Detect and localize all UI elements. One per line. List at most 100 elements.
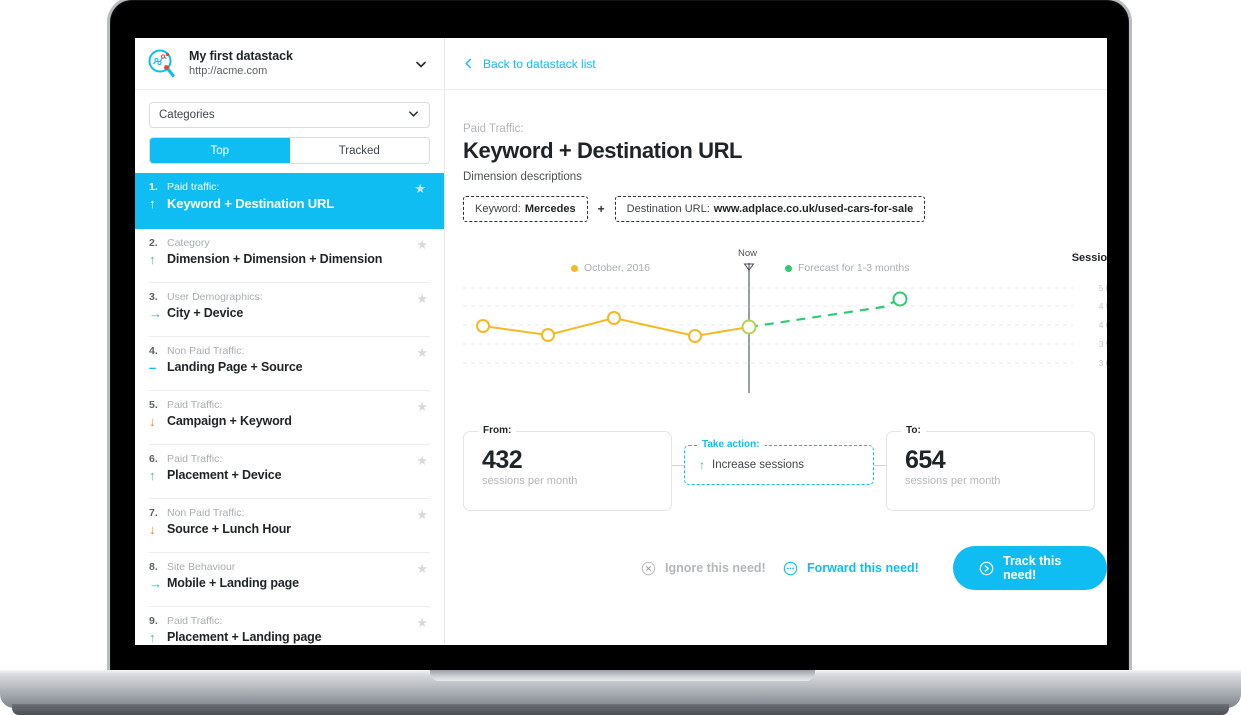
sidebar: My first datastack http://acme.com Categ…: [135, 38, 456, 645]
chart-y-tick: 4 500: [1098, 301, 1107, 311]
from-unit: sessions per month: [482, 475, 578, 487]
list-item-kicker: Category: [167, 237, 210, 249]
list-mode-tabs: Top Tracked: [149, 137, 430, 164]
screenshot-stage: My first datastack http://acme.com Categ…: [0, 0, 1241, 715]
trend-arrow-icon: ↑: [149, 630, 156, 645]
forecast-chart: October, 2016 Forecast for 1-3 months No…: [463, 248, 1107, 403]
action-up-arrow-icon: ↑: [699, 458, 705, 472]
to-unit: sessions per month: [905, 475, 1001, 487]
trend-arrow-icon: ↓: [149, 414, 156, 429]
main-topbar: Back to datastack list: [445, 38, 1107, 90]
from-box: From: 432 sessions per month: [463, 425, 672, 511]
list-item[interactable]: 7. ↓ Non Paid Traffic: Source + Lunch Ho…: [149, 499, 430, 553]
ignore-need-label: Ignore this need!: [665, 561, 766, 575]
star-icon[interactable]: ★: [416, 615, 428, 631]
trend-arrow-icon: ↑: [149, 468, 156, 483]
list-item[interactable]: 9. ↑ Paid Traffic: Placement + Landing p…: [149, 607, 430, 645]
categories-select[interactable]: Categories: [149, 102, 430, 128]
list-item[interactable]: 2. ↑ Category Dimension + Dimension + Di…: [149, 229, 430, 283]
track-need-label: Track this need!: [1003, 554, 1062, 582]
trend-arrow-icon: →: [149, 576, 162, 591]
trend-arrow-icon: ↑: [149, 252, 156, 267]
series-points-october: [476, 311, 702, 343]
star-icon[interactable]: ★: [416, 399, 428, 415]
back-to-datastack-list-link[interactable]: Back to datastack list: [483, 57, 596, 71]
trend-arrow-icon: ↓: [149, 522, 156, 537]
value-boxes: From: 432 sessions per month Take action…: [463, 421, 1107, 519]
connector-left: [672, 465, 684, 466]
datastack-chevron-down-icon[interactable]: [412, 55, 430, 73]
star-icon[interactable]: ★: [414, 181, 426, 197]
list-item[interactable]: 3. → User Demographics: City + Device ★: [149, 283, 430, 337]
star-icon[interactable]: ★: [416, 237, 428, 253]
datastack-name: My first datastack: [189, 48, 293, 63]
laptop-base-lip: [430, 670, 815, 681]
laptop-foot: [12, 704, 1229, 715]
datastack-header[interactable]: My first datastack http://acme.com: [135, 38, 444, 90]
star-icon[interactable]: ★: [416, 561, 428, 577]
list-item-index: 6.: [149, 453, 158, 465]
main-panel: Back to datastack list Paid Traffic: Key…: [445, 38, 1107, 645]
list-item-kicker: Paid Traffic:: [167, 453, 223, 465]
forward-need-label: Forward this need!: [807, 561, 919, 575]
chevron-left-icon: [463, 57, 474, 71]
track-need-button[interactable]: Track this need!: [953, 546, 1107, 590]
star-icon[interactable]: ★: [416, 507, 428, 523]
list-item-title: Mobile + Landing page: [167, 576, 299, 590]
star-icon[interactable]: ★: [416, 345, 428, 361]
from-value: 432: [482, 446, 523, 474]
list-item-index: 9.: [149, 615, 158, 627]
list-item-index: 2.: [149, 237, 158, 249]
list-item-kicker: User Demographics:: [167, 291, 263, 303]
datastack-url: http://acme.com: [189, 64, 268, 77]
tab-tracked[interactable]: Tracked: [289, 138, 429, 163]
trend-arrow-icon: →: [149, 306, 162, 321]
tab-top[interactable]: Top: [150, 138, 290, 163]
list-item-index: 8.: [149, 561, 158, 573]
chart-canvas: [463, 263, 1073, 393]
series-point-forecast-end: [892, 291, 908, 307]
take-action-box[interactable]: Take action: ↑ Increase sessions: [684, 439, 874, 485]
dimension-chip-keyword[interactable]: Keyword: Mercedes: [463, 196, 588, 222]
action-footer: Ignore this need! Forward this need! Tra…: [463, 545, 1107, 591]
dimension-chip-value: www.adplace.co.uk/used-cars-for-sale: [713, 203, 914, 215]
categories-select-value: Categories: [159, 109, 215, 121]
main-content: Paid Traffic: Keyword + Destination URL …: [445, 90, 1107, 591]
page-title: Keyword + Destination URL: [463, 138, 743, 163]
dimension-chip-destination-url[interactable]: Destination URL: www.adplace.co.uk/used-…: [614, 196, 926, 222]
list-item-index: 4.: [149, 345, 158, 357]
list-item[interactable]: 5. ↓ Paid Traffic: Campaign + Keyword ★: [149, 391, 430, 445]
list-item[interactable]: 6. ↑ Paid Traffic: Placement + Device ★: [149, 445, 430, 499]
to-label: To:: [901, 425, 926, 436]
trend-arrow-icon: ↑: [149, 196, 156, 211]
take-action-label: Take action:: [697, 439, 765, 450]
list-item-title: Campaign + Keyword: [167, 414, 292, 428]
star-icon[interactable]: ★: [416, 291, 428, 307]
chart-gridlines: [463, 287, 1073, 364]
categories-chevron-down-icon: [407, 107, 420, 123]
list-item-kicker: Paid traffic:: [167, 181, 220, 193]
chart-y-axis-title: Sessions: [1071, 252, 1107, 264]
ignore-need-button[interactable]: Ignore this need!: [641, 545, 766, 591]
list-item[interactable]: 8. → Site Behaviour Mobile + Landing pag…: [149, 553, 430, 607]
page-kicker: Paid Traffic:: [463, 123, 524, 135]
needs-list: 1. ↑ Paid traffic: Keyword + Destination…: [135, 173, 444, 645]
star-icon[interactable]: ★: [416, 453, 428, 469]
series-line-forecast: [748, 298, 901, 329]
list-item-title: Keyword + Destination URL: [167, 196, 335, 211]
list-item-kicker: Paid Traffic:: [167, 399, 223, 411]
datastack-meta: My first datastack http://acme.com: [189, 49, 402, 79]
list-item[interactable]: 1. ↑ Paid traffic: Keyword + Destination…: [135, 173, 444, 229]
list-item-title: Landing Page + Source: [167, 360, 303, 374]
dimension-chips: Keyword: Mercedes + Destination URL: www…: [463, 196, 1107, 222]
chart-y-tick: 3 500: [1098, 339, 1107, 349]
list-item[interactable]: 4. – Non Paid Traffic: Landing Page + So…: [149, 337, 430, 391]
forward-need-button[interactable]: Forward this need!: [783, 545, 919, 591]
dimension-separator: +: [597, 202, 605, 216]
to-value: 654: [905, 446, 946, 474]
chart-y-tick: 3 000: [1098, 358, 1107, 368]
series-point-now: [741, 319, 757, 335]
circle-x-icon: [641, 561, 656, 576]
list-item-title: Dimension + Dimension + Dimension: [167, 252, 383, 266]
list-item-title: Placement + Landing page: [167, 630, 322, 644]
